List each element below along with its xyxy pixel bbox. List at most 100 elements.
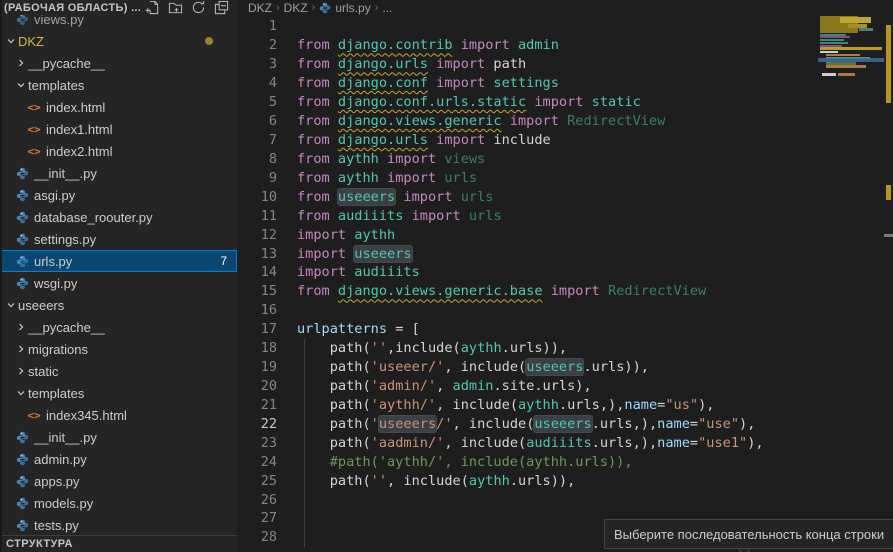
code-line-11[interactable]: 11from audiiits import urls: [237, 206, 818, 225]
breadcrumb-item[interactable]: urls.py: [335, 1, 370, 15]
code-line-21[interactable]: 21 path('aythh/', include(aythh.urls,),n…: [237, 395, 818, 414]
line-number: 18: [237, 340, 277, 356]
tree-item-index-html[interactable]: <>index.html: [0, 96, 237, 118]
code-line-3[interactable]: 3from django.urls import path: [237, 55, 818, 74]
tree-item-urls-py[interactable]: urls.py7: [0, 250, 237, 272]
python-file-icon: [14, 452, 30, 466]
code-line-24[interactable]: 24 #path('aythh/', include(aythh.urls)),: [237, 452, 818, 471]
python-file-icon: [14, 474, 30, 488]
overview-ruler[interactable]: [884, 0, 893, 552]
code-line-9[interactable]: 9from aythh import urls: [237, 168, 818, 187]
tree-item-admin-py[interactable]: admin.py: [0, 448, 237, 470]
line-number: 17: [237, 321, 277, 337]
indent-guide: [304, 528, 305, 547]
indent-guide: [304, 339, 305, 358]
code-line-18[interactable]: 18 path('',include(aythh.urls)),: [237, 339, 818, 358]
tree-item-label: settings.py: [34, 232, 96, 247]
line-number: 4: [237, 75, 277, 91]
line-number: 27: [237, 510, 277, 526]
tree-item-static[interactable]: static: [0, 360, 237, 382]
tree-item-settings-py[interactable]: settings.py: [0, 228, 237, 250]
chevron-down-icon: [14, 386, 28, 400]
line-number: 5: [237, 94, 277, 110]
tree-item-label: templates: [28, 78, 84, 93]
warning-marker: [886, 25, 891, 103]
new-file-icon[interactable]: [145, 0, 160, 15]
minimap[interactable]: [818, 0, 884, 552]
code-line-14[interactable]: 14import audiiits: [237, 263, 818, 282]
code-line-8[interactable]: 8from aythh import views: [237, 149, 818, 168]
tree-item-templates[interactable]: templates: [0, 74, 237, 96]
tree-item-wsgi-py[interactable]: wsgi.py: [0, 272, 237, 294]
chevron-right-icon: [14, 342, 28, 356]
chevron-down-icon: [14, 78, 28, 92]
tree-item--init-py[interactable]: __init__.py: [0, 162, 237, 184]
code-line-6[interactable]: 6from django.views.generic import Redire…: [237, 112, 818, 131]
tree-item-asgi-py[interactable]: asgi.py: [0, 184, 237, 206]
code-line-16[interactable]: 16: [237, 301, 818, 320]
tree-item--init-py[interactable]: __init__.py: [0, 426, 237, 448]
code-line-15[interactable]: 15from django.views.generic.base import …: [237, 282, 818, 301]
indent-guide: [304, 414, 305, 433]
code-line-10[interactable]: 10from useeers import urls: [237, 187, 818, 206]
tree-item-label: DKZ: [18, 34, 44, 49]
code-line-25[interactable]: 25 path('', include(aythh.urls)),: [237, 471, 818, 490]
tree-item-label: index1.html: [46, 122, 112, 137]
tree-item-index2-html[interactable]: <>index2.html: [0, 140, 237, 162]
tree-item-label: index.html: [46, 100, 105, 115]
refresh-icon[interactable]: [191, 0, 206, 15]
outline-section-header[interactable]: СТРУКТУРА: [0, 535, 237, 552]
code-line-19[interactable]: 19 path('useeer/', include(useeers.urls)…: [237, 358, 818, 377]
breadcrumb-item[interactable]: DKZ: [284, 1, 308, 15]
tree-item--pycache-[interactable]: __pycache__: [0, 52, 237, 74]
python-file-icon: [14, 496, 30, 510]
code-line-1[interactable]: 1: [237, 17, 818, 36]
indent-guide: [304, 452, 305, 471]
tree-item-database-roouter-py[interactable]: database_roouter.py: [0, 206, 237, 228]
tree-item-label: admin.py: [34, 452, 87, 467]
code-line-23[interactable]: 23 path('aadmin/', include(audiiits.urls…: [237, 433, 818, 452]
code-line-22[interactable]: 22 path('useeers/', include(useeers.urls…: [237, 414, 818, 433]
breadcrumb-item[interactable]: ...: [382, 1, 392, 15]
line-number: 19: [237, 359, 277, 375]
code-line-5[interactable]: 5from django.conf.urls.static import sta…: [237, 93, 818, 112]
breadcrumb-item[interactable]: DKZ: [248, 1, 272, 15]
code-line-20[interactable]: 20 path('admin/', admin.site.urls),: [237, 377, 818, 396]
code-line-4[interactable]: 4from django.conf import settings: [237, 74, 818, 93]
code-text: path('admin/', admin.site.urls),: [297, 378, 592, 394]
python-file-icon: [319, 2, 331, 14]
code-line-2[interactable]: 2from django.contrib import admin: [237, 36, 818, 55]
indent-guide: [304, 433, 305, 452]
tree-item--pycache-[interactable]: __pycache__: [0, 316, 237, 338]
tree-item-label: index2.html: [46, 144, 112, 159]
new-folder-icon[interactable]: [168, 0, 183, 15]
tree-item-templates[interactable]: templates: [0, 382, 237, 404]
indent-guide: [304, 471, 305, 490]
breadcrumb[interactable]: DKZ › DKZ › urls.py › ...: [237, 0, 893, 16]
collapse-all-icon[interactable]: [214, 0, 229, 15]
chevron-down-icon: [4, 34, 18, 48]
code-line-13[interactable]: 13import useeers: [237, 244, 818, 263]
tree-item-models-py[interactable]: models.py: [0, 492, 237, 514]
line-number: 28: [237, 529, 277, 545]
code-text: path('',include(aythh.urls)),: [297, 340, 567, 356]
code-editor[interactable]: 12from django.contrib import admin3from …: [237, 17, 818, 547]
tree-item-dkz[interactable]: DKZ: [0, 30, 237, 52]
code-line-7[interactable]: 7from django.urls import include: [237, 131, 818, 150]
tree-item-index345-html[interactable]: <>index345.html: [0, 404, 237, 426]
python-file-icon: [14, 166, 30, 180]
explorer-section-header[interactable]: (РАБОЧАЯ ОБЛАСТЬ) ...: [0, 0, 237, 15]
code-line-17[interactable]: 17urlpatterns = [: [237, 320, 818, 339]
code-line-26[interactable]: 26: [237, 490, 818, 509]
code-text: from django.urls import include: [297, 132, 551, 148]
tree-item-tests-py[interactable]: tests.py: [0, 514, 237, 536]
tree-item-label: __pycache__: [28, 320, 105, 335]
code-line-12[interactable]: 12import aythh: [237, 225, 818, 244]
tree-item-migrations[interactable]: migrations: [0, 338, 237, 360]
tree-item-apps-py[interactable]: apps.py: [0, 470, 237, 492]
line-number: 22: [237, 416, 277, 432]
line-number: 23: [237, 435, 277, 451]
chevron-right-icon: ›: [312, 2, 316, 14]
tree-item-useeers[interactable]: useeers: [0, 294, 237, 316]
tree-item-index1-html[interactable]: <>index1.html: [0, 118, 237, 140]
